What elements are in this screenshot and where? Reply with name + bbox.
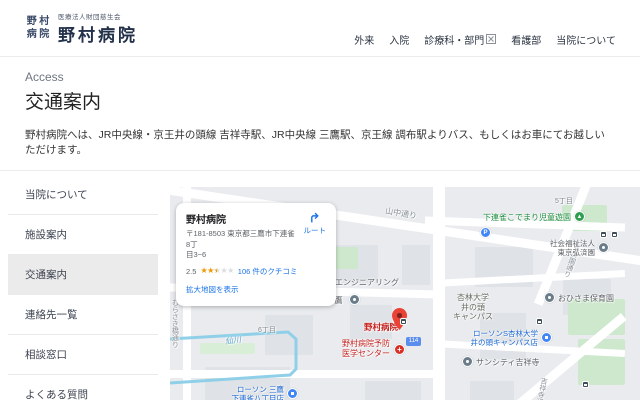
road-label-murasaki: むらさき橋通り	[170, 299, 178, 348]
poi-label-lawson-mitaka[interactable]: ローソン 三鷹 下連雀八丁目店	[218, 385, 284, 400]
site-header: 野 村 病 院 医療法人財団慈生会 野村病院 医療関係者 採用情報 交通案内 法…	[0, 0, 640, 57]
rating-value: 2.5	[186, 267, 196, 276]
poi-label-ohisama[interactable]: おひさま保育園	[558, 294, 614, 304]
bus-stop-icon[interactable]	[600, 231, 607, 238]
broken-image-icon	[486, 34, 496, 44]
map-info-card: 野村病院 〒181-8503 東京都三鷹市下連雀8丁 目3−6 ルート 2.5 …	[176, 203, 336, 306]
sidebar-item-about[interactable]: 当院について	[8, 175, 158, 215]
area-label-6chome: 6丁目	[258, 327, 276, 335]
nav-inpatient[interactable]: 入院	[389, 32, 409, 47]
parking-icon[interactable]: P	[480, 227, 491, 238]
poi-icon-kosaien[interactable]	[598, 242, 609, 253]
river-label-senkawa: 仙川	[225, 335, 242, 346]
star-rating: ★★★★★ ★★★★★	[200, 267, 233, 275]
poi-icon-ohisama[interactable]	[544, 292, 555, 303]
nav-about[interactable]: 当院について	[556, 32, 616, 47]
card-place-address: 〒181-8503 東京都三鷹市下連雀8丁 目3−6	[186, 229, 298, 261]
park-icon[interactable]: ▲	[574, 211, 585, 222]
nav-outpatient[interactable]: 外来	[354, 32, 374, 47]
poi-label-lawson-kyorin[interactable]: ローソンS杏林大学 井の頭キャンパス店	[450, 329, 538, 347]
sidebar-item-access[interactable]: 交通案内	[8, 255, 158, 295]
site-title: 野村病院	[58, 21, 138, 46]
view-larger-map-link[interactable]: 拡大地図を表示	[186, 284, 239, 295]
card-place-title: 野村病院	[186, 211, 298, 226]
bus-stop-icon[interactable]	[536, 318, 543, 325]
bus-stop-icon[interactable]	[582, 381, 589, 388]
nav-nursing[interactable]: 看護部	[511, 32, 541, 47]
star-fill: ★★★★★	[200, 267, 217, 275]
poi-label-kodemari-park[interactable]: 下連雀こでまり児童遊園	[465, 213, 571, 223]
nav-departments[interactable]: 診療科・部門	[424, 32, 496, 47]
google-map-embed[interactable]: 山中通り 5丁目 6丁目 むらさき橋通り 弘済園通り 吉祥寺通り 仙川 114 …	[170, 187, 640, 400]
sidebar-item-consultation[interactable]: 相談窓口	[8, 335, 158, 375]
poi-label-kyorin-univ[interactable]: 杏林大学 井の頭 キャンパス	[442, 293, 504, 322]
poi-icon-sonorous[interactable]	[349, 294, 360, 305]
bus-stop-icon[interactable]	[400, 318, 407, 325]
hospital-poi-icon[interactable]: +	[394, 344, 405, 355]
area-label-5chome: 5丁目	[555, 198, 573, 206]
poi-label-prevention-center[interactable]: 野村病院予防 医学センター	[326, 339, 390, 358]
org-name: 医療法人財団慈生会	[58, 11, 138, 21]
sidebar: 当院について 施設案内 交通案内 連絡先一覧 相談窓口 よくある質問	[0, 171, 170, 400]
logo-seal-icon: 野 村 病 院	[25, 15, 51, 41]
poi-label-suncity[interactable]: サンシティ吉祥寺	[476, 358, 540, 368]
directions-button[interactable]: ルート	[304, 211, 327, 261]
poi-label-kosaien[interactable]: 社会福祉法人 東京弘済園	[540, 239, 595, 257]
sidebar-item-facilities[interactable]: 施設案内	[8, 215, 158, 255]
lawson-icon-kyorin[interactable]	[541, 332, 552, 343]
directions-icon	[308, 211, 321, 224]
route-114-badge: 114	[406, 337, 421, 346]
bus-stop-icon[interactable]	[611, 231, 618, 238]
sidebar-item-contacts[interactable]: 連絡先一覧	[8, 295, 158, 335]
reviews-link[interactable]: 106 件のクチコミ	[238, 266, 298, 277]
lawson-icon-mitaka[interactable]	[287, 388, 298, 399]
site-logo[interactable]: 野 村 病 院 医療法人財団慈生会 野村病院	[25, 11, 138, 46]
poi-icon-suncity[interactable]	[462, 356, 473, 367]
sidebar-item-faq[interactable]: よくある質問	[8, 375, 158, 400]
